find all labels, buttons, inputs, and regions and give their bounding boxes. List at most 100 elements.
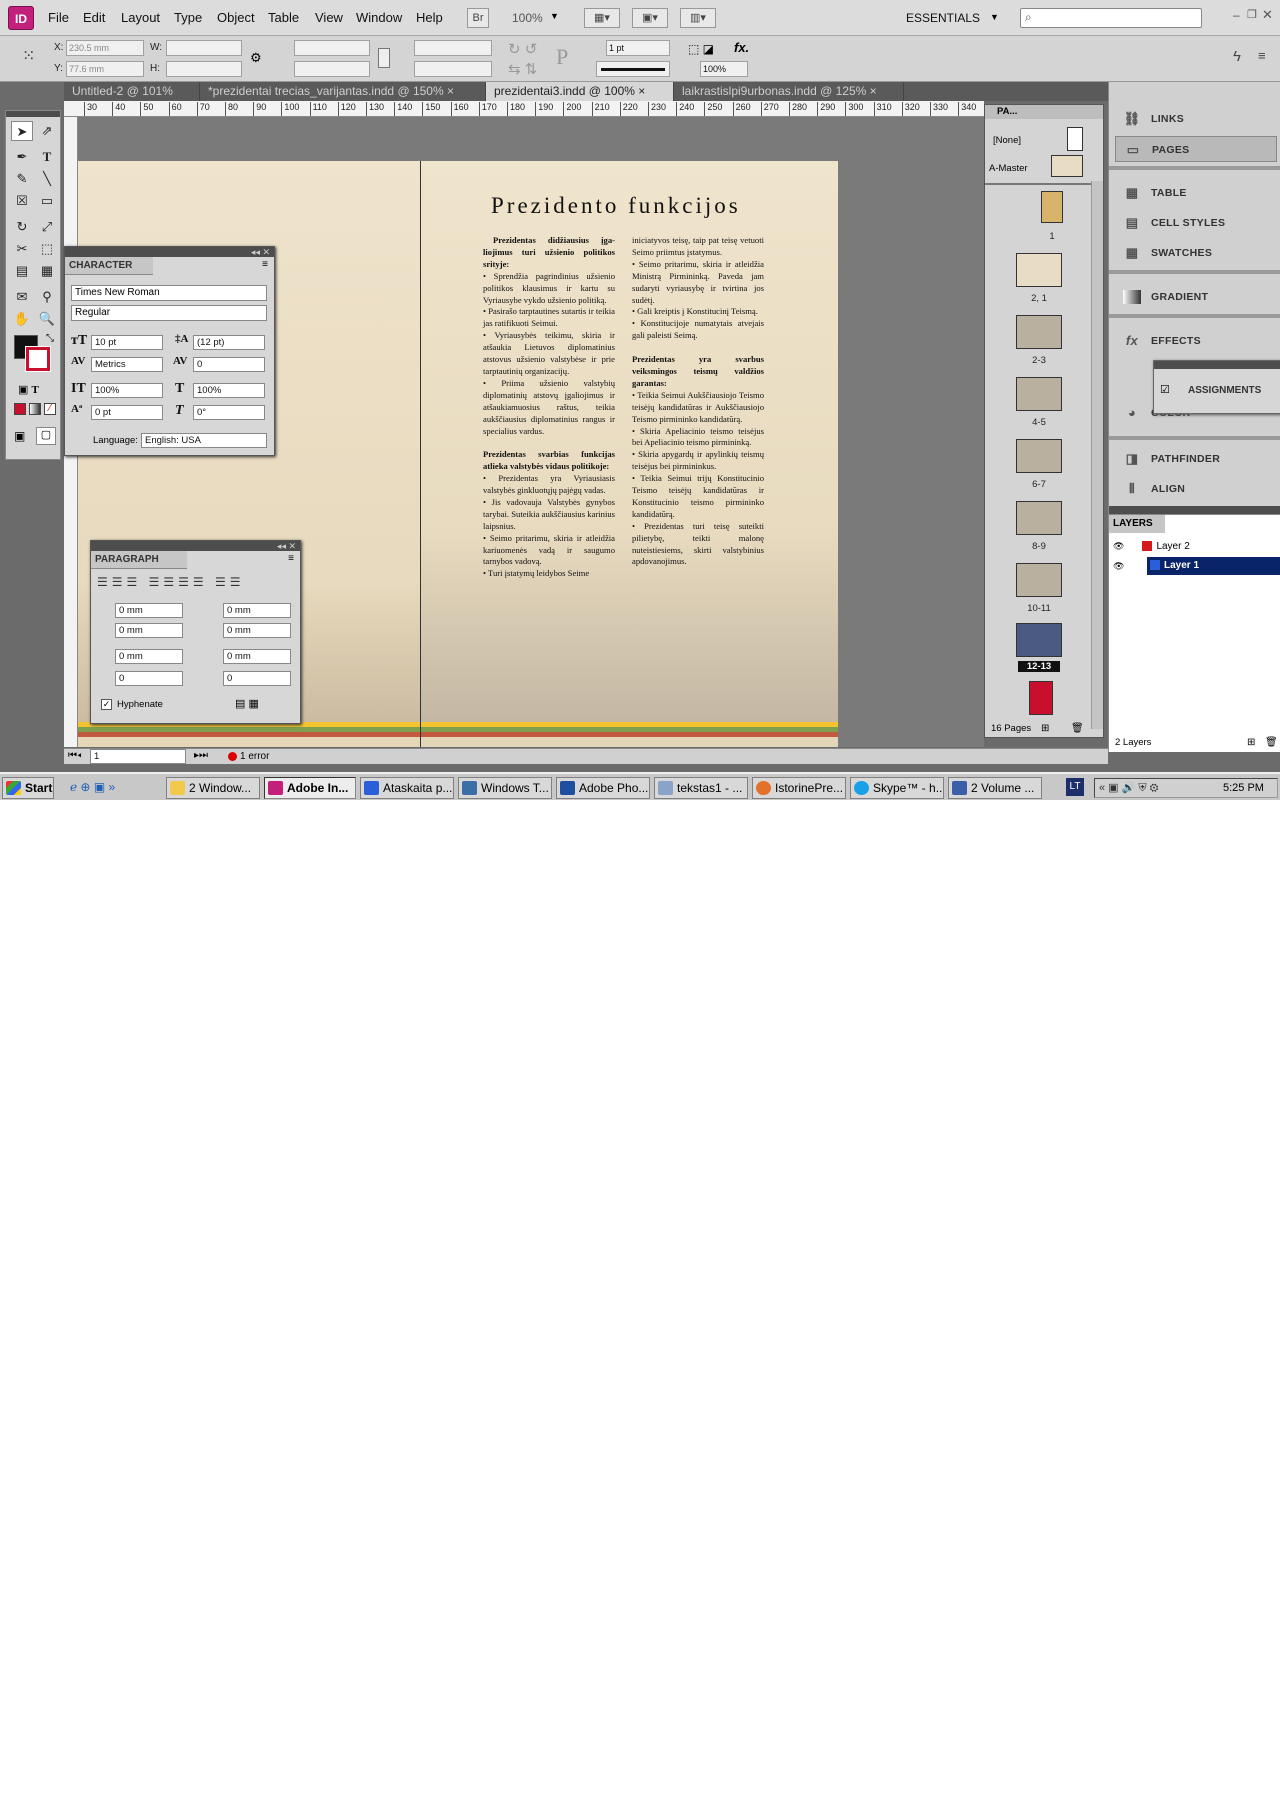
assignments-label[interactable]: ASSIGNMENTS [1188, 385, 1261, 396]
arrange-docs-icon[interactable]: ▥▾ [680, 8, 716, 28]
h-field[interactable] [166, 61, 242, 77]
scale-tool-icon[interactable]: ⤢ [36, 217, 58, 237]
tab-untitled-2[interactable]: Untitled-2 @ 101% [64, 82, 200, 101]
tab-prezidentai3[interactable]: prezidentai3.indd @ 100% × [486, 82, 674, 101]
fx-icon[interactable]: fx. [734, 40, 749, 55]
dock-pathfinder[interactable]: ◨ PATHFINDER [1115, 446, 1277, 472]
x-field[interactable]: 230.5 mm [66, 40, 144, 56]
panel-title[interactable]: LAYERS [1109, 515, 1165, 533]
toolbox-grip[interactable] [6, 111, 60, 117]
dock-links[interactable]: ⛓ LINKS [1115, 106, 1277, 132]
panel-menu-icon[interactable]: ≡ [1258, 48, 1266, 63]
screen-mode-preview-icon[interactable]: ▢ [36, 427, 56, 445]
dock-align[interactable]: ⫴ ALIGN [1115, 476, 1277, 502]
bridge-button[interactable]: Br [467, 8, 489, 28]
page-thumb-14[interactable] [1029, 681, 1053, 715]
preflight-status[interactable]: 1 error [240, 751, 269, 762]
rotate-tool-icon[interactable]: ↻ [11, 217, 33, 237]
horizontal-scale-field[interactable]: 100% [193, 383, 265, 398]
zoom-tool-icon[interactable]: 🔍 [36, 309, 58, 329]
taskbar-item[interactable]: Skype™ - h... [850, 777, 944, 799]
quick-apply-icon[interactable]: ϟ [1233, 48, 1241, 65]
left-indent-field[interactable]: 0 mm [115, 603, 183, 618]
gradient-feather-tool-icon[interactable]: ▦ [36, 261, 58, 281]
eye-icon[interactable]: 👁 [1113, 561, 1124, 572]
layers-grip[interactable] [1109, 506, 1280, 514]
page-thumb-10-11[interactable] [1016, 563, 1062, 597]
text-column-1[interactable]: Prezidentas didžiausius įga-liojimus tur… [483, 235, 615, 580]
eye-icon[interactable]: 👁 [1113, 541, 1124, 551]
chevron-down-icon[interactable]: ▼ [990, 12, 999, 22]
panel-title[interactable]: CHARACTER [65, 257, 153, 275]
free-transform-tool-icon[interactable]: ⬚ [36, 239, 58, 259]
alignment-buttons[interactable]: ☰☰☰ ☰☰☰☰ ☰☰ [97, 575, 245, 589]
search-input[interactable]: ⌕ [1020, 8, 1202, 28]
dock-pages[interactable]: ▭ PAGES [1115, 136, 1277, 162]
screen-mode-icon[interactable]: ▣▾ [632, 8, 668, 28]
rotate-icons[interactable]: ↻ ↺ [508, 40, 537, 58]
grid-align-icons[interactable]: ▤ ▦ [235, 697, 259, 710]
close-icon[interactable]: × [638, 84, 645, 98]
dock-cell-styles[interactable]: ▤ CELL STYLES [1115, 210, 1277, 236]
page-thumb-8-9[interactable] [1016, 501, 1062, 535]
page-thumb-2-3[interactable] [1016, 315, 1062, 349]
a-master-thumb[interactable] [1051, 155, 1083, 177]
gradient-tool-icon[interactable]: ▤ [11, 261, 33, 281]
page-thumb-1[interactable] [1041, 191, 1063, 223]
pen-tool-icon[interactable]: ✒ [11, 147, 33, 167]
workspace-switcher[interactable]: ESSENTIALS [906, 11, 980, 25]
apply-gradient-icon[interactable] [29, 403, 41, 415]
close-icon[interactable]: × [447, 84, 454, 98]
dock-effects[interactable]: fx EFFECTS [1115, 328, 1277, 354]
layer-row-selected[interactable]: Layer 1 [1147, 557, 1280, 575]
panel-title[interactable]: PARAGRAPH [91, 551, 187, 569]
taskbar-item[interactable]: Adobe Pho... [556, 777, 650, 799]
close-icon[interactable]: ✕ [1262, 7, 1273, 23]
shear-field[interactable] [414, 61, 492, 77]
rectangle-frame-tool-icon[interactable]: ☒ [11, 191, 33, 211]
taskbar-item-active[interactable]: Adobe In... [264, 777, 356, 799]
y-field[interactable]: 77.6 mm [66, 61, 144, 77]
stroke-type-select[interactable] [596, 61, 670, 77]
screen-mode-normal-icon[interactable]: ▣ [14, 429, 25, 443]
dock-table[interactable]: ▦ TABLE [1115, 180, 1277, 206]
line-tool-icon[interactable]: ╲ [36, 169, 58, 189]
scissors-tool-icon[interactable]: ✂ [11, 239, 33, 259]
rotation-field[interactable] [414, 40, 492, 56]
drop-cap-lines-field[interactable]: 0 [115, 671, 183, 686]
fit-content-icons[interactable]: ⬚ ◪ [688, 42, 714, 56]
scale-x-field[interactable] [294, 40, 370, 56]
last-line-indent-field[interactable]: 0 mm [223, 623, 291, 638]
restore-icon[interactable]: ❐ [1247, 8, 1257, 21]
tab-laikrastis[interactable]: laikrastislpi9urbonas.indd @ 125% × [674, 82, 904, 101]
taskbar-item[interactable]: Ataskaita p... [360, 777, 454, 799]
first-line-indent-field[interactable]: 0 mm [115, 623, 183, 638]
menu-file[interactable]: File [48, 10, 69, 25]
taskbar-item[interactable]: 2 Volume ... [948, 777, 1042, 799]
leading-field[interactable]: (12 pt) [193, 335, 265, 350]
direct-selection-tool-icon[interactable]: ⇗ [36, 121, 58, 141]
page-thumb-2-1[interactable] [1016, 253, 1062, 287]
view-options-icon[interactable]: ▦▾ [584, 8, 620, 28]
apply-color-icon[interactable] [14, 403, 26, 415]
menu-edit[interactable]: Edit [83, 10, 105, 25]
constrain-proportions-icon[interactable]: ⚙ [250, 50, 262, 66]
none-master-thumb[interactable] [1067, 127, 1083, 151]
menu-layout[interactable]: Layout [121, 10, 160, 25]
tray-icons[interactable]: « ▣ 🔊 ⛨ ⚙ [1099, 781, 1159, 795]
delete-page-icon[interactable]: 🗑 [1071, 723, 1084, 734]
page-thumb-12-13[interactable] [1016, 623, 1062, 657]
hand-tool-icon[interactable]: ✋ [11, 309, 33, 329]
vertical-scale-field[interactable]: 100% [91, 383, 163, 398]
page-title[interactable]: Prezidento funkcijos [491, 193, 741, 219]
pencil-tool-icon[interactable]: ✎ [11, 169, 33, 189]
zoom-level[interactable]: 100% [512, 11, 543, 25]
panel-title[interactable]: PA... [985, 105, 1103, 119]
language-indicator[interactable]: LT [1066, 778, 1084, 796]
collapse-close-icon[interactable]: ◂◂ ✕ [251, 247, 270, 257]
new-page-icon[interactable]: ⊞ [1041, 723, 1049, 734]
taskbar-item[interactable]: IstorinePre... [752, 777, 846, 799]
panel-grip[interactable] [1154, 361, 1280, 369]
opacity-field[interactable]: 100% [700, 61, 748, 77]
tracking-field[interactable]: 0 [193, 357, 265, 372]
